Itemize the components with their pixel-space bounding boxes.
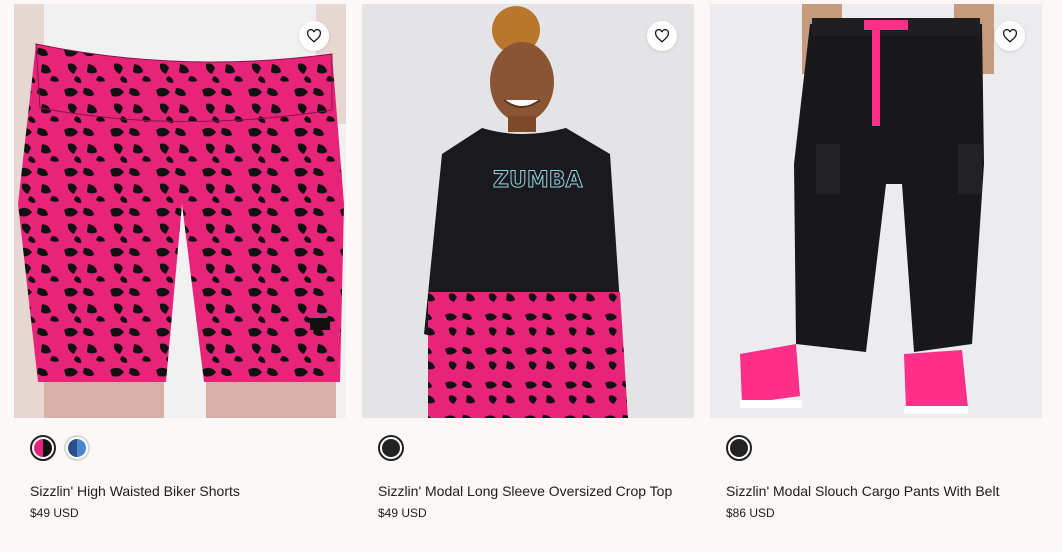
product-name[interactable]: Sizzlin' Modal Slouch Cargo Pants With B… — [726, 482, 1042, 500]
color-swatch-blue[interactable] — [64, 435, 90, 461]
product-card[interactable]: Sizzlin' High Waisted Biker Shorts $49 U… — [14, 4, 346, 521]
wishlist-button[interactable] — [299, 21, 329, 51]
color-swatches — [378, 435, 694, 465]
product-card[interactable]: Sizzlin' Modal Slouch Cargo Pants With B… — [710, 4, 1042, 521]
wishlist-button[interactable] — [647, 21, 677, 51]
color-swatch-pink-black[interactable] — [30, 435, 56, 461]
heart-outline-icon — [306, 29, 322, 43]
product-name[interactable]: Sizzlin' High Waisted Biker Shorts — [30, 482, 346, 500]
product-image[interactable] — [710, 4, 1042, 418]
heart-outline-icon — [1002, 29, 1018, 43]
product-image[interactable] — [14, 4, 346, 418]
product-card[interactable]: ZUMBA Sizzlin' Modal Long Sleeve Oversiz… — [362, 4, 694, 521]
color-swatch-black[interactable] — [378, 435, 404, 461]
heart-outline-icon — [654, 29, 670, 43]
product-image[interactable]: ZUMBA — [362, 4, 694, 418]
product-name[interactable]: Sizzlin' Modal Long Sleeve Oversized Cro… — [378, 482, 694, 500]
product-price: $49 USD — [378, 506, 427, 520]
shirt-logo: ZUMBA — [493, 168, 583, 193]
product-price: $86 USD — [726, 506, 775, 520]
color-swatch-black[interactable] — [726, 435, 752, 461]
wishlist-button[interactable] — [995, 21, 1025, 51]
color-swatches — [726, 435, 1042, 465]
product-price: $49 USD — [30, 506, 79, 520]
color-swatches — [30, 435, 346, 465]
